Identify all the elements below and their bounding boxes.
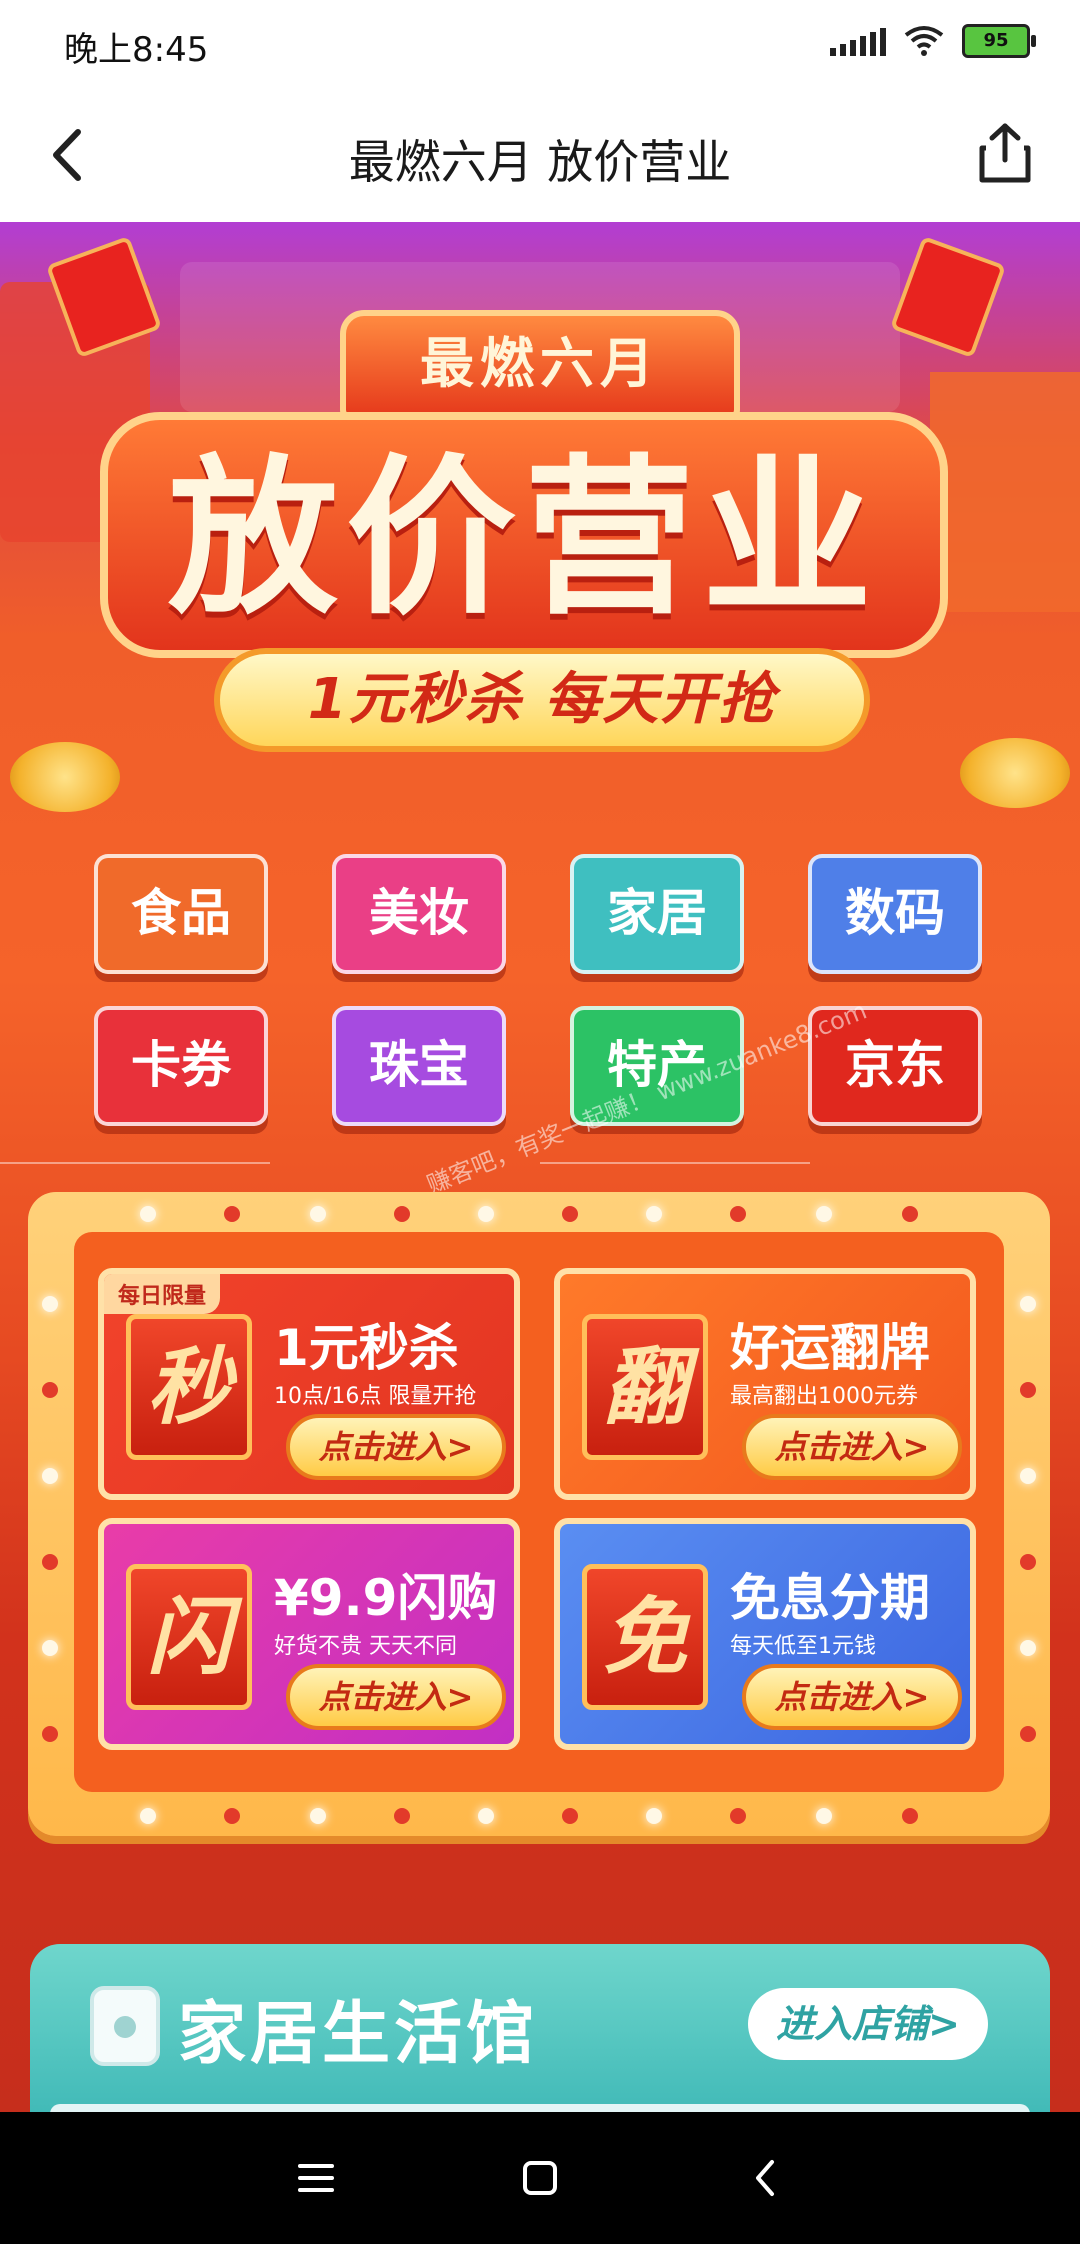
promo-card-flash-sale[interactable]: 闪 ¥9.9闪购 好货不贵 天天不同 点击进入> <box>98 1518 520 1750</box>
light-bulb <box>394 1808 410 1824</box>
light-bulb <box>730 1206 746 1222</box>
flash-subtitle: 好货不贵 天天不同 <box>274 1634 457 1659</box>
light-bulb <box>42 1382 58 1398</box>
hero-crown-label: 最燃六月 <box>340 310 740 420</box>
light-bulb <box>1020 1640 1036 1656</box>
light-bulb <box>646 1206 662 1222</box>
light-bulb <box>1020 1468 1036 1484</box>
menu-icon[interactable] <box>286 2148 346 2208</box>
light-bulb <box>310 1808 326 1824</box>
status-icons: 95 <box>830 24 1036 58</box>
installment-title: 免息分期 <box>730 1569 930 1627</box>
seckill-icon: 秒 <box>126 1314 252 1460</box>
light-bulb <box>140 1808 156 1824</box>
flip-enter-button[interactable]: 点击进入> <box>742 1414 962 1480</box>
light-bulb <box>646 1808 662 1824</box>
seckill-enter-button[interactable]: 点击进入> <box>286 1414 506 1480</box>
light-bulb <box>42 1640 58 1656</box>
hero-slogan: 1元秒杀 每天开抢 <box>214 648 870 752</box>
flash-title: ¥9.9闪购 <box>274 1569 498 1627</box>
category-jewelry[interactable]: 珠宝 <box>332 1006 506 1126</box>
section-content-top <box>50 2104 1030 2112</box>
category-digital[interactable]: 数码 <box>808 854 982 974</box>
gold-coin-icon <box>10 742 120 812</box>
daily-limit-badge: 每日限量 <box>104 1274 221 1314</box>
promo-card-flip[interactable]: 翻 好运翻牌 最高翻出1000元券 点击进入> <box>554 1268 976 1500</box>
light-bulb <box>816 1808 832 1824</box>
building-decoration <box>930 372 1080 612</box>
promo-card-installment[interactable]: 免 免息分期 每天低至1元钱 点击进入> <box>554 1518 976 1750</box>
tissue-roll-icon <box>90 1986 160 2066</box>
light-bulb <box>1020 1296 1036 1312</box>
light-bulb <box>394 1206 410 1222</box>
wifi-icon <box>904 26 944 56</box>
title-bar: 最燃六月 放价营业 <box>0 92 1080 222</box>
enter-store-button[interactable]: 进入店铺> <box>748 1988 988 2060</box>
home-icon[interactable] <box>510 2148 570 2208</box>
flip-icon: 翻 <box>582 1314 708 1460</box>
signal-icon <box>830 26 886 56</box>
seckill-title: 1元秒杀 <box>274 1319 459 1377</box>
installment-enter-button[interactable]: 点击进入> <box>742 1664 962 1730</box>
light-bulb <box>310 1206 326 1222</box>
promo-stage: 每日限量 秒 1元秒杀 10点/16点 限量开抢 点击进入> 翻 好运翻牌 最高… <box>28 1192 1050 1836</box>
hero-main-title: 放价营业 <box>167 440 880 638</box>
light-bulb <box>42 1468 58 1484</box>
hero-plate: 放价营业 <box>100 412 948 658</box>
promo-banner: 最燃六月 放价营业 1元秒杀 每天开抢 食品 美妆 家居 数码 卡券 珠宝 特产… <box>0 222 1080 2112</box>
light-bulb <box>224 1808 240 1824</box>
light-bulb <box>478 1808 494 1824</box>
seckill-subtitle: 10点/16点 限量开抢 <box>274 1384 477 1409</box>
light-bulb <box>562 1808 578 1824</box>
light-bulb <box>816 1206 832 1222</box>
category-vouchers[interactable]: 卡券 <box>94 1006 268 1126</box>
flip-subtitle: 最高翻出1000元券 <box>730 1384 918 1409</box>
light-bulb <box>1020 1382 1036 1398</box>
light-bulb <box>140 1206 156 1222</box>
light-bulb <box>42 1554 58 1570</box>
flash-enter-button[interactable]: 点击进入> <box>286 1664 506 1730</box>
status-bar: 晚上8:45 95 <box>0 0 1080 92</box>
flash-icon: 闪 <box>126 1564 252 1710</box>
category-food[interactable]: 食品 <box>94 854 268 974</box>
promo-card-seckill[interactable]: 每日限量 秒 1元秒杀 10点/16点 限量开抢 点击进入> <box>98 1268 520 1500</box>
interest-free-icon: 免 <box>582 1564 708 1710</box>
light-bulb <box>42 1726 58 1742</box>
light-bulb <box>562 1206 578 1222</box>
light-bulb <box>902 1808 918 1824</box>
category-beauty[interactable]: 美妆 <box>332 854 506 974</box>
light-bulb <box>224 1206 240 1222</box>
home-living-section: 家居生活馆 进入店铺> <box>30 1944 1050 2112</box>
share-icon[interactable] <box>970 118 1040 188</box>
gold-coin-icon <box>960 738 1070 808</box>
status-time: 晚上8:45 <box>64 30 209 70</box>
battery-icon: 95 <box>962 24 1036 58</box>
page-title: 最燃六月 放价营业 <box>348 135 732 189</box>
light-bulb <box>902 1206 918 1222</box>
system-nav-bar <box>0 2112 1080 2244</box>
back-icon[interactable] <box>736 2148 796 2208</box>
divider <box>0 1162 270 1164</box>
red-packet-icon <box>889 235 1007 359</box>
light-bulb <box>730 1808 746 1824</box>
category-home[interactable]: 家居 <box>570 854 744 974</box>
light-bulb <box>1020 1726 1036 1742</box>
divider <box>540 1162 810 1164</box>
light-bulb <box>42 1296 58 1312</box>
light-bulb <box>1020 1554 1036 1570</box>
flip-title: 好运翻牌 <box>730 1319 930 1377</box>
installment-subtitle: 每天低至1元钱 <box>730 1634 876 1659</box>
section-title: 家居生活馆 <box>178 1995 539 2074</box>
light-bulb <box>478 1206 494 1222</box>
